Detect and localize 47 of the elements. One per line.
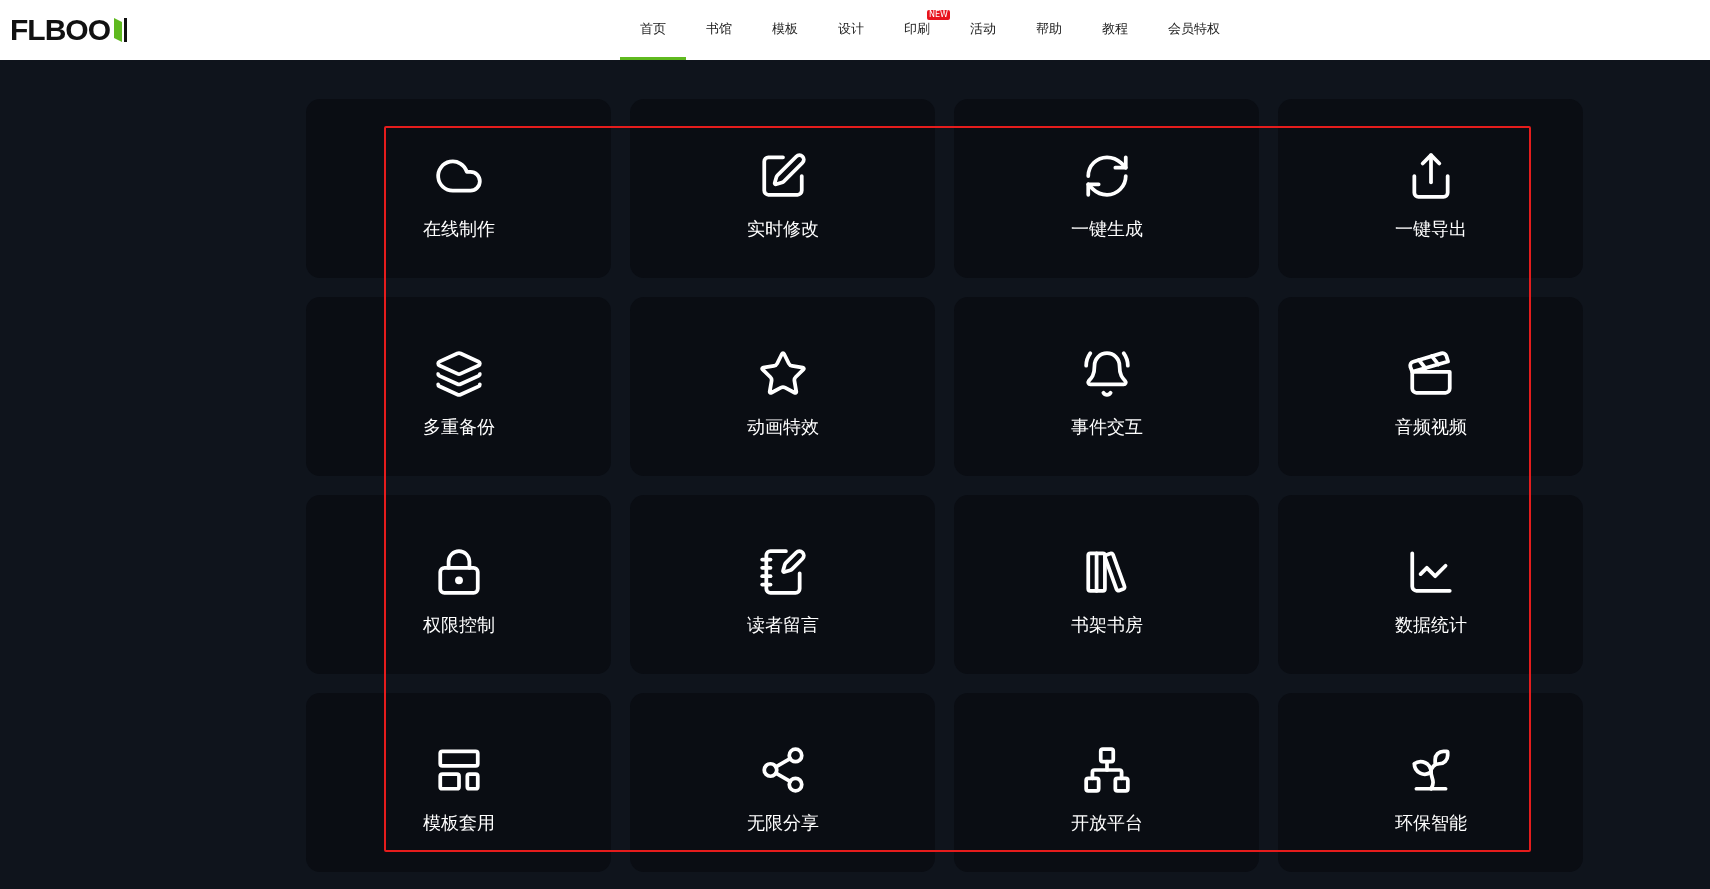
bell-icon	[1081, 348, 1132, 399]
feature-card[interactable]: 事件交互	[954, 297, 1259, 476]
feature-card[interactable]: 开放平台	[954, 693, 1259, 872]
feature-label: 多重备份	[422, 414, 495, 439]
nav-tab[interactable]: 会员特权	[1148, 0, 1240, 60]
logo-mark-icon	[112, 16, 128, 44]
feature-card[interactable]: 一键生成	[954, 99, 1259, 278]
nav-tab[interactable]: 首页	[620, 0, 686, 60]
feature-card[interactable]: 音频视频	[1278, 297, 1583, 476]
feature-label: 开放平台	[1070, 810, 1143, 835]
feature-card[interactable]: 无限分享	[630, 693, 935, 872]
feature-label: 事件交互	[1070, 414, 1143, 439]
feature-label: 数据统计	[1394, 612, 1467, 637]
feature-label: 无限分享	[746, 810, 819, 835]
note-pen-icon	[757, 546, 808, 597]
logo-text[interactable]: FLBOO	[10, 13, 110, 47]
feature-card[interactable]: 权限控制	[306, 495, 611, 674]
feature-card[interactable]: 读者留言	[630, 495, 935, 674]
feature-label: 动画特效	[746, 414, 819, 439]
feature-card[interactable]: 一键导出	[1278, 99, 1583, 278]
nav-tab[interactable]: 教程	[1082, 0, 1148, 60]
feature-card[interactable]: 数据统计	[1278, 495, 1583, 674]
feature-card[interactable]: 在线制作	[306, 99, 611, 278]
feature-card[interactable]: 书架书房	[954, 495, 1259, 674]
feature-label: 在线制作	[422, 216, 495, 241]
feature-label: 音频视频	[1394, 414, 1467, 439]
nav-tab[interactable]: 设计	[818, 0, 884, 60]
feature-label: 权限控制	[422, 612, 495, 637]
feature-card[interactable]: 动画特效	[630, 297, 935, 476]
feature-label: 读者留言	[746, 612, 819, 637]
feature-label: 一键导出	[1394, 216, 1467, 241]
nav-tab[interactable]: 帮助	[1016, 0, 1082, 60]
feature-card[interactable]: 多重备份	[306, 297, 611, 476]
feature-card[interactable]: 环保智能	[1278, 693, 1583, 872]
layers-icon	[433, 348, 484, 399]
feature-label: 书架书房	[1070, 612, 1143, 637]
nav-tab[interactable]: 模板	[752, 0, 818, 60]
feature-card[interactable]: 模板套用	[306, 693, 611, 872]
feature-label: 环保智能	[1394, 810, 1467, 835]
network-icon	[1081, 744, 1132, 795]
new-badge: NEW	[927, 10, 950, 20]
feature-label: 一键生成	[1070, 216, 1143, 241]
nav-tab[interactable]: 活动	[950, 0, 1016, 60]
feature-label: 模板套用	[422, 810, 495, 835]
feature-card[interactable]: 实时修改	[630, 99, 935, 278]
feature-label: 实时修改	[746, 216, 819, 241]
nav-tab[interactable]: 书馆	[686, 0, 752, 60]
